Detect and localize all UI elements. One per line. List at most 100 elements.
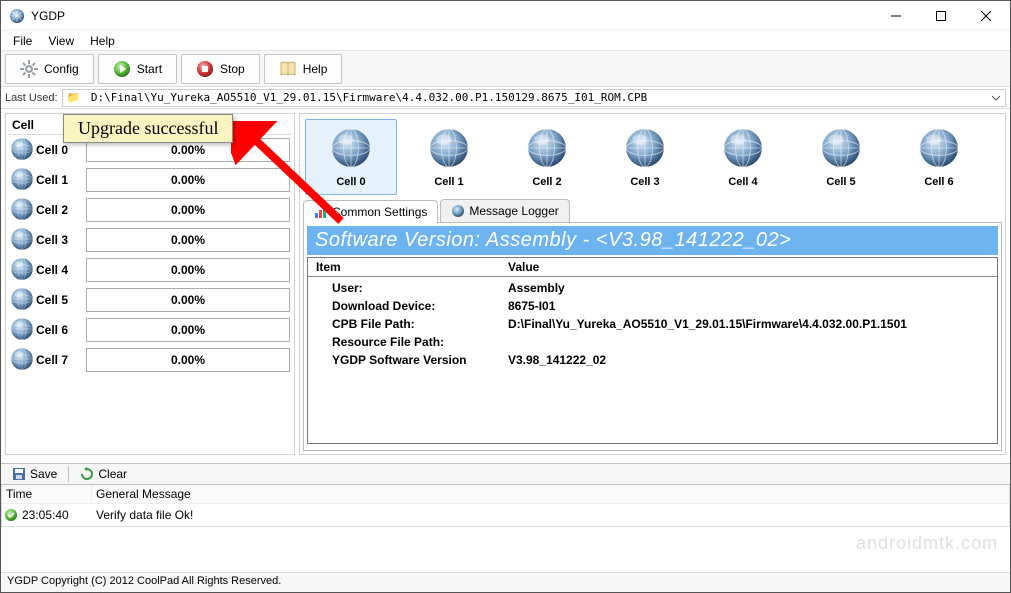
globe-icon <box>8 317 36 344</box>
tab-logger-label: Message Logger <box>469 204 558 218</box>
strip-cell[interactable]: Cell 2 <box>501 119 593 195</box>
info-value: V3.98_141222_02 <box>508 353 997 367</box>
info-row: Resource File Path: <box>308 333 997 351</box>
refresh-icon <box>80 467 94 481</box>
toolbar: Config Start Stop Help <box>1 51 1010 87</box>
minimize-button[interactable] <box>873 2 918 30</box>
tab-common-settings[interactable]: Common Settings <box>303 200 438 223</box>
info-value: D:\Final\Yu_Yureka_AO5510_V1_29.01.15\Fi… <box>508 317 997 331</box>
globe-icon <box>526 127 568 172</box>
cell-name: Cell 4 <box>36 263 86 277</box>
save-icon <box>12 467 26 481</box>
cell-row[interactable]: Cell 40.00% <box>8 255 292 285</box>
cell-row[interactable]: Cell 50.00% <box>8 285 292 315</box>
start-label: Start <box>137 62 162 76</box>
log-head-time: Time <box>2 485 92 503</box>
save-log-label: Save <box>30 467 57 481</box>
strip-cell-label: Cell 6 <box>924 176 953 188</box>
cell-row[interactable]: Cell 10.00% <box>8 165 292 195</box>
app-icon <box>9 8 25 24</box>
info-key: CPB File Path: <box>308 317 508 331</box>
strip-cell[interactable]: Cell 4 <box>697 119 789 195</box>
menubar: File View Help <box>1 31 1010 51</box>
strip-cell[interactable]: Cell 3 <box>599 119 691 195</box>
cells-progress-pane: Cell Progress Cell 00.00%Cell 10.00%Cell… <box>5 113 295 455</box>
stop-icon <box>196 60 214 78</box>
info-key: User: <box>308 281 508 295</box>
log-row[interactable]: 23:05:40Verify data file Ok! <box>2 504 1009 526</box>
info-value <box>508 335 997 349</box>
info-box: Item Value User:AssemblyDownload Device:… <box>307 257 998 444</box>
globe-icon <box>8 197 36 224</box>
strip-cell-label: Cell 0 <box>336 176 365 188</box>
help-button[interactable]: Help <box>264 54 343 84</box>
maximize-button[interactable] <box>918 2 963 30</box>
software-version-banner: Software Version: Assembly - <V3.98_1412… <box>307 226 998 255</box>
globe-icon <box>820 127 862 172</box>
cell-row[interactable]: Cell 60.00% <box>8 315 292 345</box>
stop-button[interactable]: Stop <box>181 54 260 84</box>
strip-cell[interactable]: Cell 1 <box>403 119 495 195</box>
strip-cell[interactable]: Cell 6 <box>893 119 985 195</box>
play-icon <box>113 60 131 78</box>
info-head-value: Value <box>508 258 539 276</box>
last-used-path-dropdown[interactable]: 📁 D:\Final\Yu_Yureka_AO5510_V1_29.01.15\… <box>62 89 1006 107</box>
start-button[interactable]: Start <box>98 54 177 84</box>
check-icon <box>2 508 20 522</box>
config-label: Config <box>44 62 79 76</box>
log-msg: Verify data file Ok! <box>92 508 193 522</box>
globe-icon <box>428 127 470 172</box>
globe-icon <box>624 127 666 172</box>
detail-pane: Cell 0 Cell 1Cell 2 Cell 3 Cell 4 Cell 5 Cell… <box>299 113 1006 455</box>
window-title: YGDP <box>31 9 873 23</box>
cell-progress: 0.00% <box>86 168 290 192</box>
close-button[interactable] <box>963 2 1008 30</box>
cell-progress: 0.00% <box>86 228 290 252</box>
menu-view[interactable]: View <box>40 34 82 48</box>
info-key: YGDP Software Version <box>308 353 508 367</box>
info-key: Resource File Path: <box>308 335 508 349</box>
menu-help[interactable]: Help <box>82 34 123 48</box>
log-time: 23:05:40 <box>20 508 92 522</box>
cell-progress: 0.00% <box>86 348 290 372</box>
info-head-item: Item <box>308 258 508 276</box>
folder-icon: 📁 <box>67 91 81 104</box>
last-used-row: Last Used: 📁 D:\Final\Yu_Yureka_AO5510_V… <box>1 87 1010 109</box>
globe-icon <box>8 257 36 284</box>
cell-name: Cell 2 <box>36 203 86 217</box>
info-row: Download Device:8675-I01 <box>308 297 997 315</box>
clear-log-button[interactable]: Clear <box>73 465 134 483</box>
gear-icon <box>20 60 38 78</box>
help-label: Help <box>303 62 328 76</box>
config-button[interactable]: Config <box>5 54 94 84</box>
book-icon <box>279 60 297 78</box>
main-area: Cell Progress Cell 00.00%Cell 10.00%Cell… <box>1 109 1010 459</box>
detail-area: Software Version: Assembly - <V3.98_1412… <box>303 223 1002 451</box>
stop-label: Stop <box>220 62 245 76</box>
info-header: Item Value <box>308 258 997 277</box>
globe-icon <box>8 287 36 314</box>
tab-message-logger[interactable]: Message Logger <box>440 199 569 222</box>
log-head-msg: General Message <box>92 485 195 503</box>
log-table: Time General Message 23:05:40Verify data… <box>1 485 1010 527</box>
strip-cell-label: Cell 3 <box>630 176 659 188</box>
cell-row[interactable]: Cell 20.00% <box>8 195 292 225</box>
globe-icon <box>8 227 36 254</box>
globe-icon <box>330 127 372 172</box>
globe-icon <box>8 137 36 164</box>
upgrade-tooltip: Upgrade successful <box>63 114 233 143</box>
cell-progress: 0.00% <box>86 318 290 342</box>
tabs-row: Common Settings Message Logger <box>303 199 1002 223</box>
cells-strip: Cell 0 Cell 1Cell 2 Cell 3 Cell 4 Cell 5 Cell… <box>303 117 1002 197</box>
cell-progress: 0.00% <box>86 258 290 282</box>
cell-row[interactable]: Cell 70.00% <box>8 345 292 375</box>
cell-name: Cell 1 <box>36 173 86 187</box>
menu-file[interactable]: File <box>5 34 40 48</box>
strip-cell-label: Cell 5 <box>826 176 855 188</box>
log-header: Time General Message <box>2 485 1009 504</box>
save-log-button[interactable]: Save <box>5 465 64 483</box>
strip-cell[interactable]: Cell 0 <box>305 119 397 195</box>
log-toolbar: Save Clear <box>1 463 1010 485</box>
strip-cell[interactable]: Cell 5 <box>795 119 887 195</box>
cell-row[interactable]: Cell 30.00% <box>8 225 292 255</box>
